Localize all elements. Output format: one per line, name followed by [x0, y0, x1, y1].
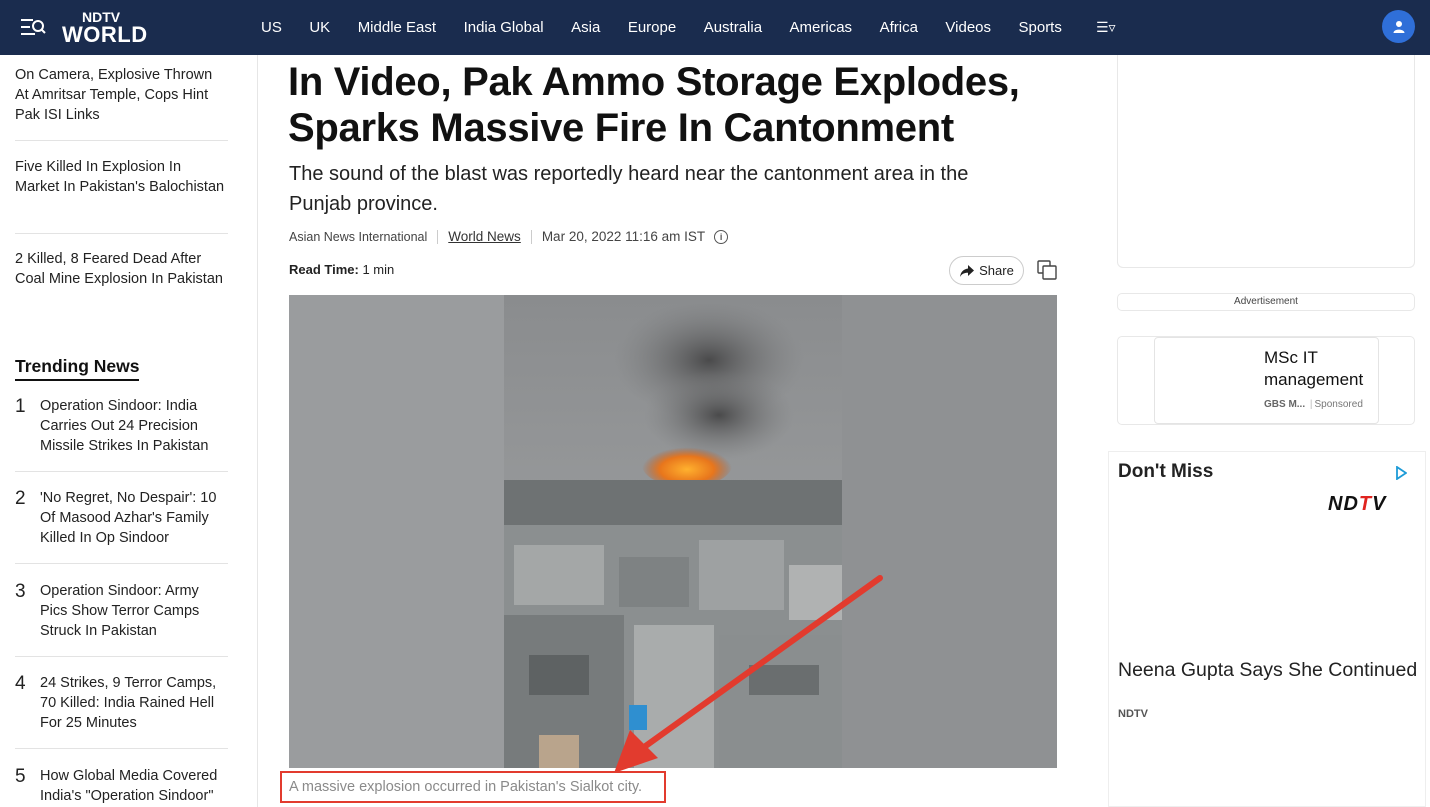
divider [15, 471, 228, 472]
trending-rank: 2 [15, 488, 26, 509]
nav-link-africa[interactable]: Africa [880, 19, 918, 36]
copy-link-icon[interactable] [1036, 259, 1058, 281]
logo-bottom-text: WORLD [62, 22, 148, 47]
article-date: Mar 20, 2022 11:16 am IST [541, 229, 706, 244]
nav-link-sports[interactable]: Sports [1019, 19, 1062, 36]
nav-link-australia[interactable]: Australia [704, 19, 762, 36]
ad-source: GBS M... | Sponsored [1264, 399, 1363, 410]
ndtv-world-logo[interactable]: NDTV WORLD [62, 9, 164, 47]
ad-source-name: GBS M... [1264, 399, 1306, 410]
more-menu-icon[interactable]: ☰▿ [1096, 19, 1116, 36]
trending-rank: 4 [15, 673, 26, 694]
dont-miss-heading: Don't Miss [1118, 461, 1214, 482]
user-icon [1393, 20, 1404, 33]
nav-link-asia[interactable]: Asia [571, 19, 600, 36]
trending-rank: 3 [15, 581, 26, 602]
left-sidebar: On Camera, Explosive Thrown At Amritsar … [0, 55, 258, 807]
share-arrow-icon [960, 264, 975, 277]
top-nav: NDTV WORLD US UK Middle East India Globa… [0, 0, 1430, 55]
share-label: Share [979, 263, 1014, 278]
article-meta: Asian News International World News Mar … [289, 229, 729, 244]
photo-caption: A massive explosion occurred in Pakistan… [289, 779, 643, 795]
trending-link[interactable]: 'No Regret, No Despair': 10 Of Masood Az… [40, 488, 230, 548]
trending-link[interactable]: How Global Media Covered India's "Operat… [40, 766, 230, 806]
nav-links: US UK Middle East India Global Asia Euro… [261, 0, 1089, 55]
advertisement-label: Advertisement [1117, 293, 1415, 311]
ndtv-logo: NDTV [1328, 493, 1386, 516]
trending-link[interactable]: 24 Strikes, 9 Terror Camps, 70 Killed: I… [40, 673, 230, 733]
share-button[interactable]: Share [949, 256, 1024, 285]
article-source: Asian News International [289, 229, 428, 244]
divider [15, 748, 228, 749]
nav-link-europe[interactable]: Europe [628, 19, 676, 36]
trending-rank: 1 [15, 396, 26, 417]
divider [15, 233, 228, 234]
related-article-link[interactable]: 2 Killed, 8 Feared Dead After Coal Mine … [15, 249, 228, 289]
dont-miss-source: NDTV [1118, 708, 1148, 720]
trending-news-heading: Trending News [15, 356, 140, 381]
trending-link[interactable]: Operation Sindoor: Army Pics Show Terror… [40, 581, 230, 641]
sponsored-label: Sponsored [1314, 399, 1363, 410]
nav-link-videos[interactable]: Videos [945, 19, 991, 36]
related-article-link[interactable]: Five Killed In Explosion In Market In Pa… [15, 157, 228, 197]
trending-rank: 5 [15, 766, 26, 787]
divider [15, 563, 228, 564]
read-time-value: 1 min [362, 262, 395, 277]
ad-slot [1117, 55, 1415, 268]
adchoices-icon[interactable] [1395, 466, 1407, 480]
nav-link-americas[interactable]: Americas [790, 19, 853, 36]
article-category-link[interactable]: World News [448, 229, 521, 244]
logo-part: V [1372, 493, 1387, 515]
related-article-link[interactable]: On Camera, Explosive Thrown At Amritsar … [15, 65, 228, 125]
ad-headline[interactable]: MSc IT management [1264, 347, 1374, 391]
info-icon[interactable]: i [714, 229, 729, 244]
article-title: In Video, Pak Ammo Storage Explodes, Spa… [288, 60, 1020, 150]
divider [15, 656, 228, 657]
user-avatar-button[interactable] [1382, 10, 1415, 43]
dont-miss-headline[interactable]: Neena Gupta Says She Continued Her Affai… [1118, 659, 1418, 681]
annotation-arrow-icon [614, 575, 883, 773]
nav-link-india-global[interactable]: India Global [464, 19, 544, 36]
nav-link-middle-east[interactable]: Middle East [358, 19, 436, 36]
read-time-label: Read Time: [289, 262, 359, 277]
divider [15, 140, 228, 141]
trending-link[interactable]: Operation Sindoor: India Carries Out 24 … [40, 396, 230, 456]
menu-search-icon[interactable] [20, 16, 46, 38]
divider [530, 229, 532, 244]
divider [437, 229, 439, 244]
article-subtitle: The sound of the blast was reportedly he… [289, 163, 969, 215]
read-time: Read Time: 1 min [289, 262, 394, 277]
logo-part-red: T [1358, 493, 1373, 515]
nav-link-uk[interactable]: UK [309, 19, 330, 36]
logo-part: ND [1328, 493, 1359, 515]
nav-link-us[interactable]: US [261, 19, 282, 36]
